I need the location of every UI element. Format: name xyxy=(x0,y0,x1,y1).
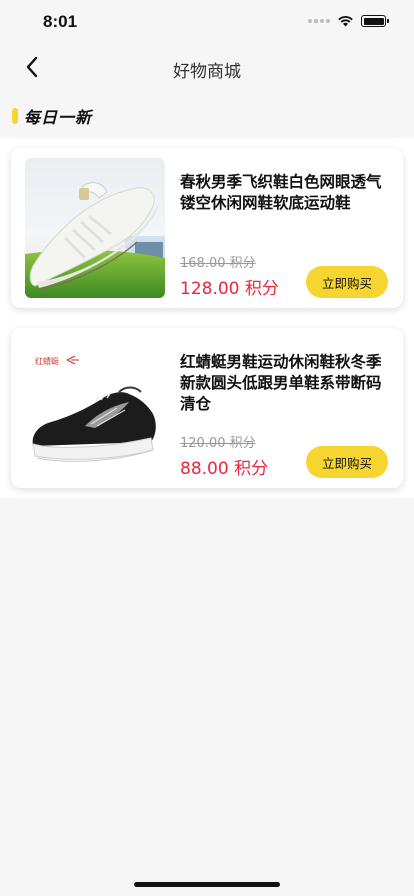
buy-now-button[interactable]: 立即购买 xyxy=(306,446,388,478)
product-list: 春秋男季飞织鞋白色网眼透气镂空休闲网鞋软底运动鞋 168.00 积分 128.0… xyxy=(0,138,414,498)
original-price: 120.00 积分 xyxy=(180,436,256,451)
product-image[interactable] xyxy=(25,158,165,298)
product-card[interactable]: 红蜻蜓 红蜻蜓男鞋运动休闲鞋秋冬季新款圆头低跟男单鞋系带断码清仓 120.00 … xyxy=(11,328,403,488)
home-indicator[interactable] xyxy=(134,882,280,887)
buy-now-button[interactable]: 立即购买 xyxy=(306,266,388,298)
status-bar: 8:01 xyxy=(0,0,414,44)
product-info: 春秋男季飞织鞋白色网眼透气镂空休闲网鞋软底运动鞋 xyxy=(180,172,392,214)
wifi-icon xyxy=(338,16,353,27)
brand-logo-text: 红蜻蜓 xyxy=(35,356,59,366)
white-sneaker-image xyxy=(25,158,165,298)
section-header: 每日一新 xyxy=(12,104,92,128)
section-accent-bar xyxy=(12,108,18,124)
status-time: 8:01 xyxy=(43,12,78,31)
price: 128.00 积分 xyxy=(180,279,279,299)
section-title: 每日一新 xyxy=(24,108,93,127)
status-icons xyxy=(308,15,389,27)
black-sneaker-image: 红蜻蜓 xyxy=(25,338,165,478)
page-title: 好物商城 xyxy=(173,62,241,82)
product-info: 红蜻蜓男鞋运动休闲鞋秋冬季新款圆头低跟男单鞋系带断码清仓 xyxy=(180,352,392,415)
cellular-signal-icon xyxy=(308,19,330,23)
original-price: 168.00 积分 xyxy=(180,256,256,271)
nav-bar: 好物商城 xyxy=(0,44,414,90)
product-name[interactable]: 春秋男季飞织鞋白色网眼透气镂空休闲网鞋软底运动鞋 xyxy=(180,172,392,214)
battery-icon xyxy=(361,15,389,27)
product-card[interactable]: 春秋男季飞织鞋白色网眼透气镂空休闲网鞋软底运动鞋 168.00 积分 128.0… xyxy=(11,148,403,308)
product-image[interactable]: 红蜻蜓 xyxy=(25,338,165,478)
price: 88.00 积分 xyxy=(180,459,269,479)
product-name[interactable]: 红蜻蜓男鞋运动休闲鞋秋冬季新款圆头低跟男单鞋系带断码清仓 xyxy=(180,352,392,415)
